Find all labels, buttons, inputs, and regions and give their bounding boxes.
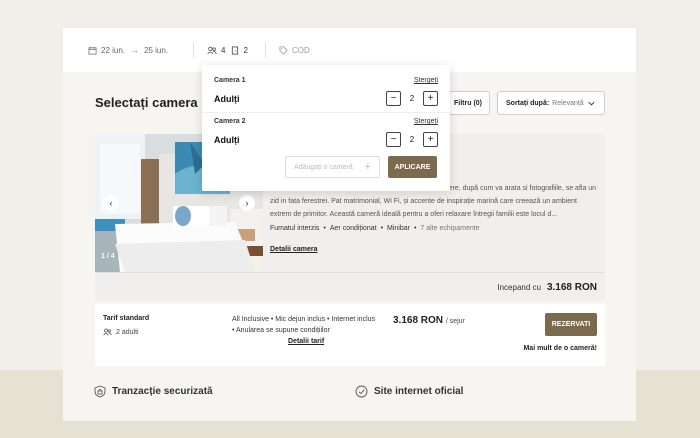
minus-icon: − [390, 92, 397, 104]
reserve-button[interactable]: REZERVATI [545, 313, 597, 336]
amenity-item: Fumatul interzis [270, 225, 320, 232]
adults-value: 2 [409, 94, 415, 103]
multi-room-link[interactable]: Mai mult de o cameră! [523, 345, 597, 352]
sort-value: Relevanță [552, 99, 584, 107]
remove-room-button[interactable]: Ștergeți [414, 77, 438, 84]
starting-price: 3.168 RON [546, 281, 597, 293]
amenity-item: Minibar [387, 225, 410, 232]
adults-count: 4 [221, 45, 226, 55]
adults-stepper: − 2 + [386, 91, 438, 106]
adults-value: 2 [409, 135, 415, 144]
users-icon [103, 328, 112, 336]
more-amenities: 7 alte echipamente [420, 225, 480, 232]
rate-price-value: 3.168 RON [393, 315, 444, 326]
sort-select[interactable]: Sortați după: Relevanță [497, 91, 605, 115]
room-1-section: Camera 1 Ștergeți Adulți − 2 + [214, 77, 438, 106]
door-icon [232, 45, 239, 55]
rate-row: Tarif standard 2 adulti All Inclusive • … [95, 304, 605, 366]
rate-occupancy: 2 adulti [103, 328, 139, 336]
increment-button[interactable]: + [423, 132, 438, 147]
rate-adults: 2 adulti [116, 328, 139, 336]
checkin-date: 22 iun. [101, 45, 126, 55]
users-icon [207, 46, 217, 54]
plus-icon: + [427, 133, 434, 145]
adults-label: Adulți [214, 94, 240, 104]
checkout-date: 25 iun. [144, 45, 169, 55]
check-circle-icon [355, 385, 368, 398]
apply-button[interactable]: APLICARE [388, 156, 437, 178]
amenities-list: Fumatul interzis • Aer condiționat • Minibar… [270, 225, 480, 232]
adults-label: Adulți [214, 135, 240, 145]
official-site: Site internet oficial [355, 385, 463, 398]
prev-photo-button[interactable]: ‹ [103, 195, 119, 211]
chevron-right-icon: › [245, 198, 249, 208]
arrow-right-icon: → [130, 45, 140, 55]
chevron-left-icon: ‹ [109, 198, 113, 208]
shield-lock-icon [94, 385, 106, 398]
increment-button[interactable]: + [423, 91, 438, 106]
next-photo-button[interactable]: › [239, 195, 255, 211]
official-site-label: Site internet oficial [374, 386, 464, 397]
secure-transaction: Tranzacție securizată [94, 385, 213, 398]
calendar-icon [88, 46, 97, 55]
rate-details-link[interactable]: Detalii tarif [288, 338, 324, 345]
rate-inclusions: All Inclusive • Mic dejun inclus • Inter… [232, 314, 392, 336]
rate-inclusions-line: All Inclusive • Mic dejun inclus • Inter… [232, 316, 376, 323]
decrement-button[interactable]: − [386, 132, 401, 147]
starting-price-label: Incepand cu [497, 282, 541, 292]
tag-icon [279, 45, 288, 55]
date-picker[interactable]: 22 iun. → 25 iun. [63, 28, 194, 72]
room-2-section: Camera 2 Ștergeți Adulți − 2 + [214, 118, 438, 147]
rate-name: Tarif standard [103, 315, 150, 322]
divider [202, 112, 450, 113]
plus-icon: + [427, 92, 434, 104]
room-details-link[interactable]: Detalii camera [270, 246, 317, 253]
room-label: Camera 1 [214, 77, 246, 84]
chevron-down-icon [588, 101, 595, 106]
sort-label: Sortați după: [506, 99, 550, 107]
decrement-button[interactable]: − [386, 91, 401, 106]
add-room-label: Adăugați o cameră [294, 163, 353, 171]
remove-room-button[interactable]: Ștergeți [414, 118, 438, 125]
add-room-button[interactable]: Adăugați o cameră + [285, 156, 380, 178]
guests-dropdown: Camera 1 Ștergeți Adulți − 2 + Camera 2 … [202, 65, 450, 191]
page-title: Selectați camera 1 [95, 95, 209, 110]
secure-transaction-label: Tranzacție securizată [112, 386, 213, 397]
filter-button[interactable]: Filtru (0) [443, 91, 490, 115]
rate-price: 3.168 RON / sejur [393, 315, 465, 326]
rate-price-unit: / sejur [445, 318, 465, 325]
photo-counter: 1 / 4 [101, 253, 115, 260]
room-label: Camera 2 [214, 118, 246, 125]
amenity-item: Aer condiționat [329, 225, 377, 232]
rooms-count: 2 [243, 45, 248, 55]
minus-icon: − [390, 133, 397, 145]
promo-code-placeholder: COD [292, 45, 310, 55]
rate-inclusions-line: • Anularea se supune condițiilor [232, 327, 330, 334]
plus-icon: + [364, 161, 371, 173]
adults-stepper: − 2 + [386, 132, 438, 147]
starting-price-row: Incepand cu 3.168 RON [95, 272, 605, 301]
